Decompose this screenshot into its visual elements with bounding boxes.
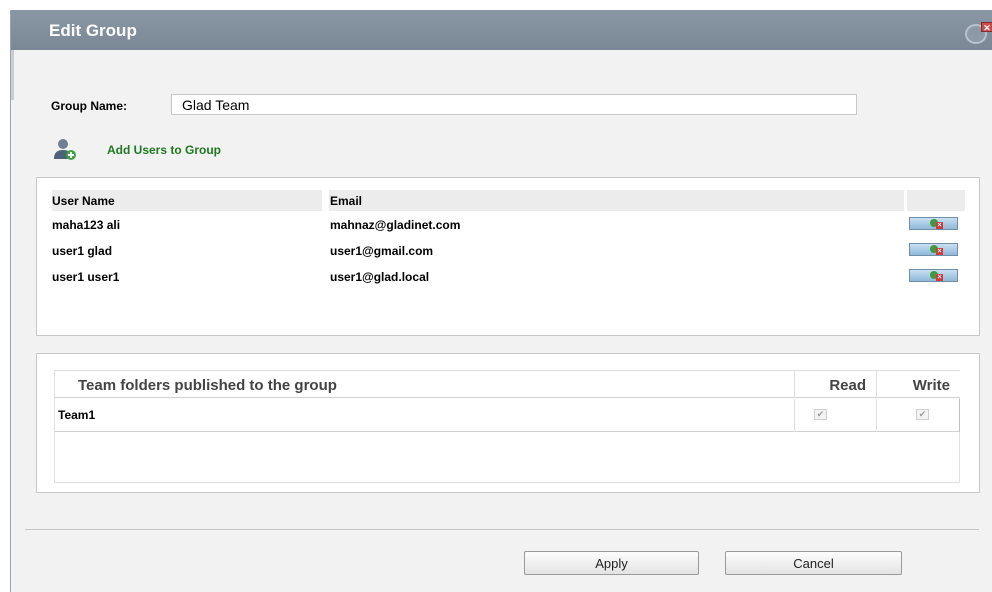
header-read: Read — [794, 371, 876, 398]
header-write: Write — [876, 371, 960, 398]
edit-group-dialog: Edit Group ✕ Group Name: Add Users to Gr… — [10, 10, 992, 592]
user-email: mahnaz@gladinet.com — [330, 218, 461, 232]
read-cell: ✔ — [794, 399, 876, 432]
add-users-label: Add Users to Group — [107, 143, 222, 157]
header-team-folders: Team folders published to the group — [55, 371, 794, 398]
apply-button[interactable]: Apply — [524, 551, 699, 575]
read-checkbox[interactable]: ✔ — [814, 409, 827, 420]
user-row: user1 glad user1@gmail.com × — [52, 239, 962, 265]
remove-user-button[interactable]: × — [909, 269, 958, 282]
write-checkbox[interactable]: ✔ — [916, 409, 929, 420]
folder-row: Team1 ✔ ✔ — [55, 399, 960, 432]
folder-name: Team1 — [58, 408, 96, 422]
add-user-icon — [54, 139, 76, 160]
header-user-name: User Name — [52, 190, 322, 211]
user-email: user1@glad.local — [330, 270, 430, 284]
left-edge — [11, 50, 14, 100]
dialog-title: Edit Group — [49, 21, 137, 40]
group-name-input[interactable] — [171, 94, 857, 115]
close-x-icon: ✕ — [981, 22, 992, 33]
group-name-label: Group Name: — [51, 99, 128, 113]
remove-user-button[interactable]: × — [909, 243, 958, 256]
team-folders-table: Team folders published to the group Read… — [54, 370, 960, 483]
users-table-header: User Name Email — [52, 190, 965, 211]
user-email: user1@gmail.com — [330, 244, 434, 258]
user-row: user1 user1 user1@glad.local × — [52, 265, 962, 291]
users-panel: User Name Email maha123 ali mahnaz@gladi… — [36, 177, 980, 336]
title-bar: Edit Group ✕ — [11, 10, 992, 50]
user-name: user1 glad — [52, 244, 113, 258]
user-name: user1 user1 — [52, 270, 120, 284]
cancel-button[interactable]: Cancel — [725, 551, 902, 575]
user-row: maha123 ali mahnaz@gladinet.com × — [52, 213, 962, 239]
folders-panel: Team folders published to the group Read… — [36, 353, 980, 493]
header-email: Email — [329, 190, 904, 211]
write-cell: ✔ — [876, 399, 960, 432]
divider — [25, 529, 979, 530]
close-button[interactable]: ✕ — [961, 22, 992, 44]
header-action — [907, 190, 965, 211]
remove-user-button[interactable]: × — [909, 217, 958, 230]
user-name: maha123 ali — [52, 218, 121, 232]
